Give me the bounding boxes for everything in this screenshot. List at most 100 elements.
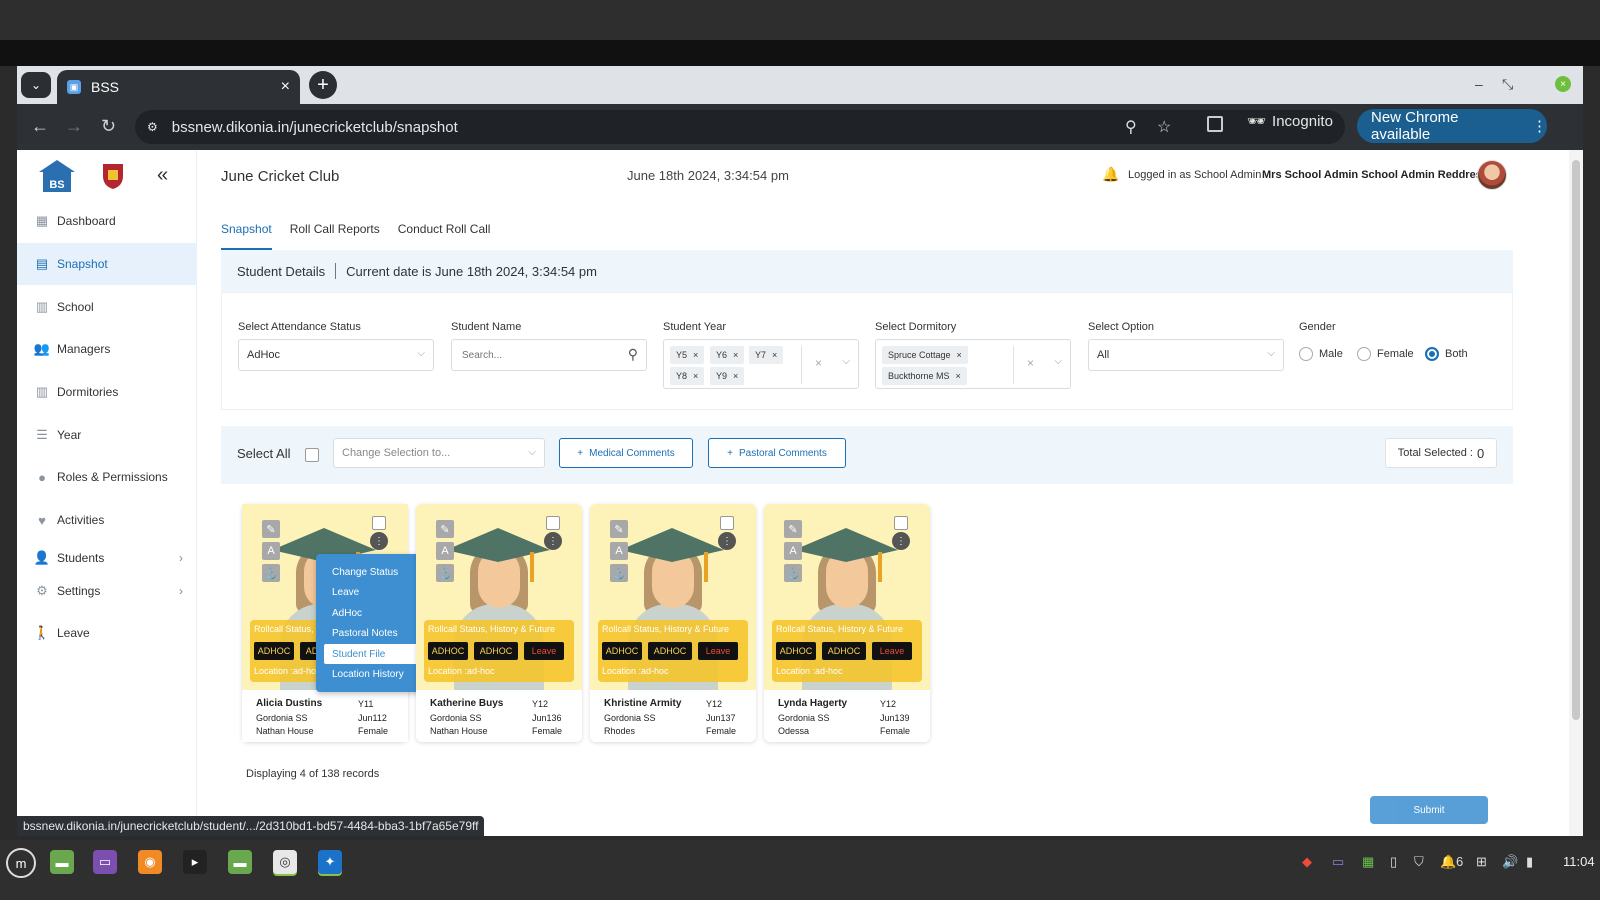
pastoral-comments-button[interactable]: + Pastoral Comments xyxy=(708,438,846,468)
sidebar-item-activities[interactable]: ♥ Activities xyxy=(17,499,197,541)
reload-icon[interactable]: ↻ xyxy=(101,116,116,137)
radio-button[interactable] xyxy=(1425,347,1439,361)
sidebar-item-roles[interactable]: ● Roles & Permissions xyxy=(17,456,197,498)
dormitory-multiselect[interactable]: Spruce Cottage × Buckthorne MS × × ⌵ xyxy=(875,339,1071,389)
remove-chip-icon[interactable]: × xyxy=(772,350,777,360)
sidebar-item-dormitories[interactable]: ▥ Dormitories xyxy=(17,371,197,413)
adhoc-icon[interactable]: A xyxy=(610,542,628,560)
new-chrome-button[interactable]: New Chrome available ⋮ xyxy=(1357,109,1547,143)
site-info-icon[interactable]: ⚙ xyxy=(147,120,158,134)
year-chip[interactable]: Y6 × xyxy=(710,346,745,364)
year-chip[interactable]: Y5 × xyxy=(670,346,705,364)
anchor-icon[interactable]: ⚓ xyxy=(610,564,628,582)
anchor-icon[interactable]: ⚓ xyxy=(436,564,454,582)
restore-icon[interactable]: ⤡ xyxy=(1502,76,1513,93)
tray-app-icon[interactable]: ◆ xyxy=(1302,854,1312,870)
browser-tab[interactable]: ▣ BSS × xyxy=(57,70,300,104)
sidebar-item-school[interactable]: ▥ School xyxy=(17,286,197,328)
clear-icon[interactable]: × xyxy=(1027,356,1034,370)
remove-chip-icon[interactable]: × xyxy=(956,371,961,381)
student-card[interactable]: ✎A⚓⋮Rollcall Status, History & FutureADH… xyxy=(242,504,450,742)
search-input[interactable] xyxy=(452,341,612,369)
bookmark-star-icon[interactable]: ☆ xyxy=(1157,117,1171,137)
year-chip[interactable]: Y7 × xyxy=(749,346,784,364)
select-option-dropdown[interactable]: All ⌵ xyxy=(1088,339,1284,371)
student-card[interactable]: ✎A⚓⋮Rollcall Status, History & FutureADH… xyxy=(764,504,930,742)
more-options-icon[interactable]: ⋮ xyxy=(370,532,388,550)
sidebar-item-leave[interactable]: 🚶 Leave xyxy=(17,612,197,654)
chevron-down-icon[interactable]: ⌵ xyxy=(1054,356,1062,367)
notes-icon[interactable]: ✎ xyxy=(436,520,454,538)
tray-sync-icon[interactable]: ▦ xyxy=(1362,854,1374,870)
clipboard-icon[interactable]: ▯ xyxy=(1390,854,1397,870)
side-panel-icon[interactable] xyxy=(1207,116,1223,132)
new-tab-button[interactable]: + xyxy=(309,71,337,99)
adhoc-icon[interactable]: A xyxy=(784,542,802,560)
dorm-chip[interactable]: Buckthorne MS × xyxy=(882,367,967,385)
notes-icon[interactable]: ✎ xyxy=(784,520,802,538)
zoom-icon[interactable]: ⚲ xyxy=(1125,117,1137,137)
notes-icon[interactable]: ✎ xyxy=(262,520,280,538)
app-icon[interactable]: ✦ xyxy=(318,850,342,874)
tab-conduct-roll-call[interactable]: Conduct Roll Call xyxy=(398,222,491,250)
adhoc-icon[interactable]: A xyxy=(262,542,280,560)
notification-icon[interactable]: 🔔 xyxy=(1440,854,1456,870)
sidebar-item-dashboard[interactable]: ▦ Dashboard xyxy=(17,200,197,242)
notes-icon[interactable]: ✎ xyxy=(610,520,628,538)
minimize-icon[interactable]: – xyxy=(1475,76,1483,92)
folder-icon[interactable]: ▬ xyxy=(228,850,252,874)
tab-snapshot[interactable]: Snapshot xyxy=(221,222,272,250)
sidebar-item-snapshot[interactable]: ▤ Snapshot xyxy=(17,243,197,285)
remove-chip-icon[interactable]: × xyxy=(693,371,698,381)
remove-chip-icon[interactable]: × xyxy=(733,371,738,381)
firefox-icon[interactable]: ◉ xyxy=(138,850,162,874)
remove-chip-icon[interactable]: × xyxy=(693,350,698,360)
medical-comments-button[interactable]: + Medical Comments xyxy=(559,438,693,468)
tab-roll-call-reports[interactable]: Roll Call Reports xyxy=(290,222,380,250)
year-chip[interactable]: Y8 × xyxy=(670,367,705,385)
student-year-multiselect[interactable]: Y5 × Y6 × Y7 × Y8 × Y9 × × ⌵ xyxy=(663,339,859,389)
battery-icon[interactable]: ▮ xyxy=(1526,854,1533,870)
select-all-checkbox[interactable] xyxy=(305,448,319,462)
more-options-icon[interactable]: ⋮ xyxy=(892,532,910,550)
files-icon[interactable]: ▬ xyxy=(50,850,74,874)
page-scrollbar[interactable] xyxy=(1569,150,1583,836)
more-options-icon[interactable]: ⋮ xyxy=(544,532,562,550)
radio-button[interactable] xyxy=(1357,347,1371,361)
bell-icon[interactable]: 🔔 xyxy=(1102,166,1119,183)
gender-radio-female[interactable]: Female xyxy=(1357,347,1414,361)
chrome-icon[interactable]: ◎ xyxy=(273,850,297,874)
sidebar-item-settings[interactable]: ⚙ Settings › xyxy=(17,570,197,612)
collapse-sidebar-icon[interactable]: « xyxy=(157,164,168,187)
student-checkbox[interactable] xyxy=(894,516,908,530)
radio-button[interactable] xyxy=(1299,347,1313,361)
anchor-icon[interactable]: ⚓ xyxy=(784,564,802,582)
back-icon[interactable]: ← xyxy=(31,116,49,137)
start-menu-icon[interactable]: m xyxy=(6,848,36,878)
student-name-field[interactable]: ⚲ xyxy=(451,339,647,371)
anchor-icon[interactable]: ⚓ xyxy=(262,564,280,582)
dorm-chip[interactable]: Spruce Cottage × xyxy=(882,346,968,364)
incognito-indicator[interactable]: 🕶 Incognito xyxy=(1247,112,1333,131)
shield-icon[interactable]: ⛉ xyxy=(1414,854,1424,870)
student-checkbox[interactable] xyxy=(372,516,386,530)
gender-radio-both[interactable]: Both xyxy=(1425,347,1468,361)
close-tab-icon[interactable]: × xyxy=(281,78,290,96)
network-icon[interactable]: ⊞ xyxy=(1476,854,1487,870)
clear-icon[interactable]: × xyxy=(815,356,822,370)
attendance-select[interactable]: AdHoc ⌵ xyxy=(238,339,434,371)
student-card[interactable]: ✎A⚓⋮Rollcall Status, History & FutureADH… xyxy=(590,504,756,742)
submit-button[interactable]: Submit xyxy=(1370,796,1488,824)
address-bar[interactable]: ⚙ bssnew.dikonia.in/junecricketclub/snap… xyxy=(135,110,1345,144)
chevron-down-icon[interactable]: ⌵ xyxy=(842,356,850,367)
year-chip[interactable]: Y9 × xyxy=(710,367,745,385)
search-icon[interactable]: ⚲ xyxy=(628,346,638,363)
scrollbar-thumb[interactable] xyxy=(1572,160,1580,720)
sidebar-item-year[interactable]: ☰ Year xyxy=(17,414,197,456)
remove-chip-icon[interactable]: × xyxy=(957,350,962,360)
avatar[interactable] xyxy=(1477,160,1507,190)
adhoc-icon[interactable]: A xyxy=(436,542,454,560)
sidebar-item-managers[interactable]: 👥 Managers xyxy=(17,328,197,370)
student-checkbox[interactable] xyxy=(720,516,734,530)
more-options-icon[interactable]: ⋮ xyxy=(718,532,736,550)
